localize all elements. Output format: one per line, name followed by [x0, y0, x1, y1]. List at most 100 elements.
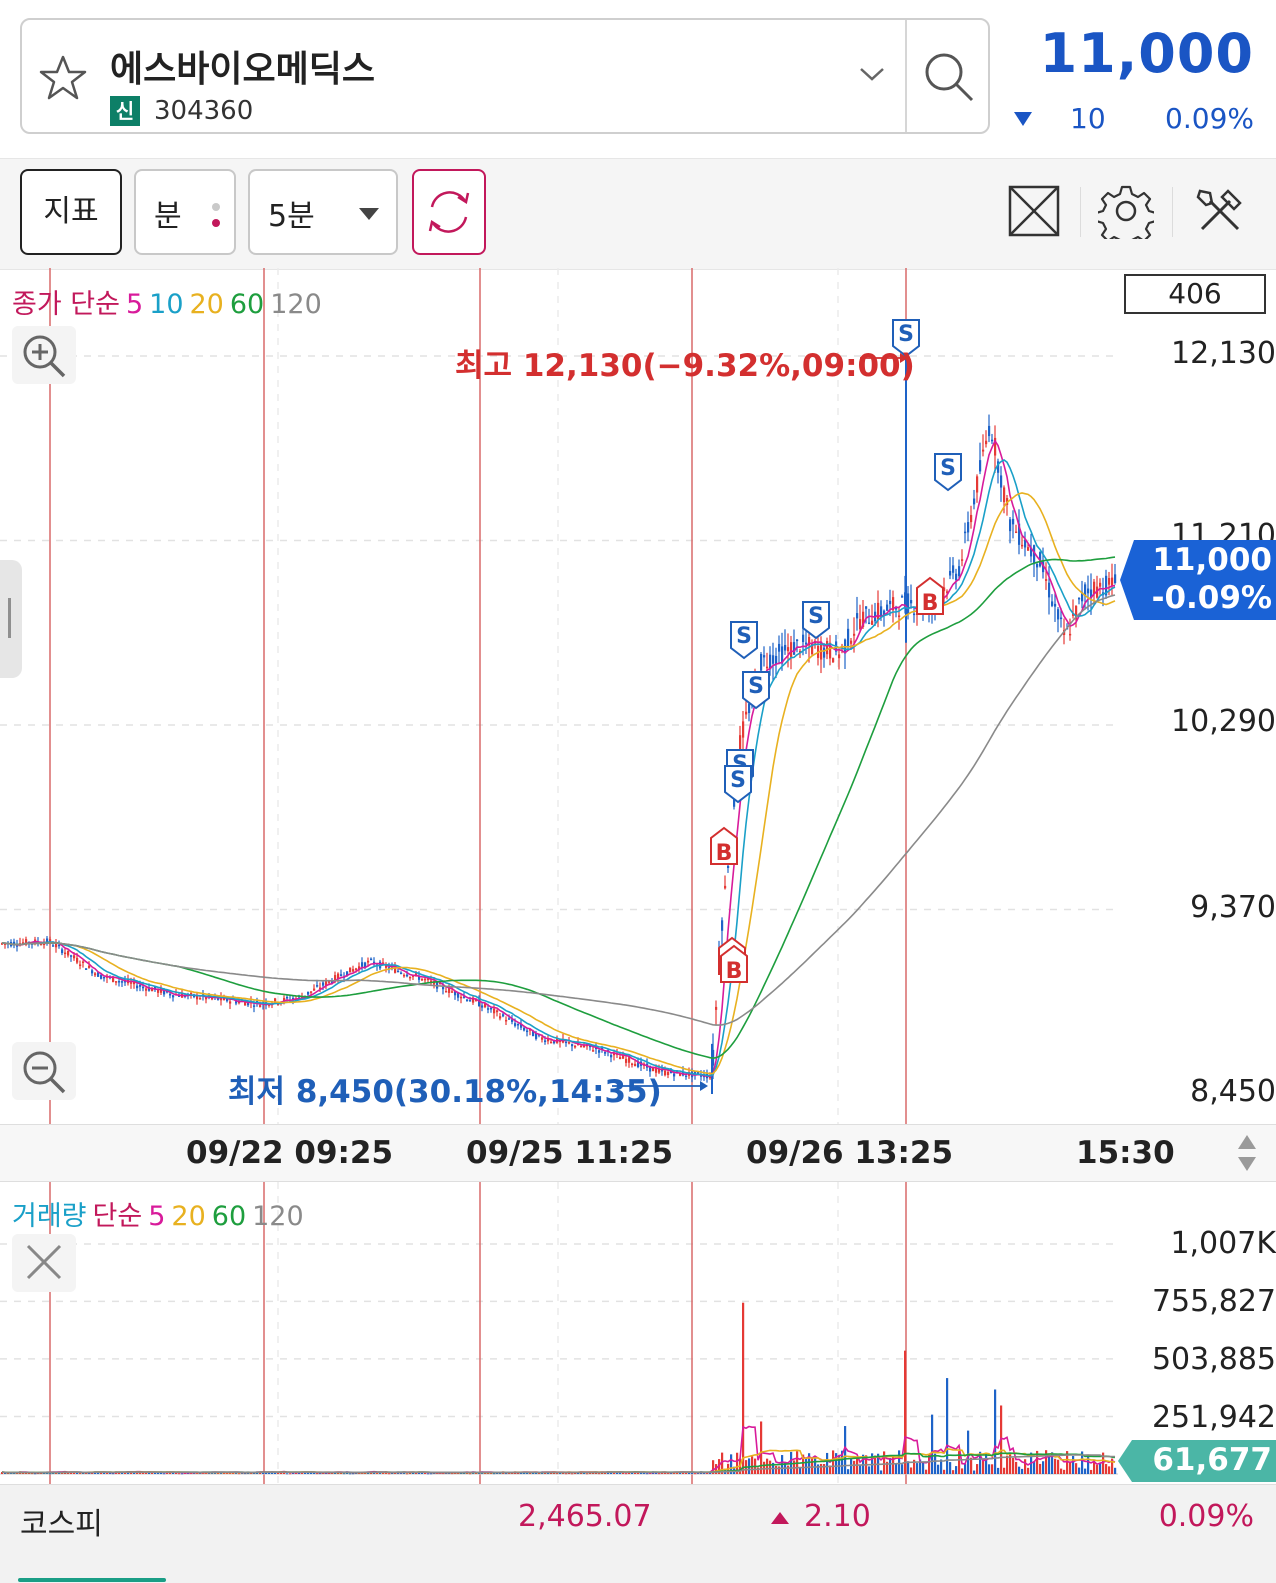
candle-body	[172, 995, 175, 998]
candle-body	[865, 606, 868, 609]
volume-bar	[943, 1469, 946, 1474]
candle-body	[517, 1023, 520, 1026]
chevron-down-icon[interactable]	[858, 64, 886, 84]
candle-body	[1051, 601, 1054, 606]
sell-marker[interactable]: S	[802, 601, 830, 640]
buy-marker[interactable]: B	[916, 576, 944, 616]
candle-body	[631, 1063, 634, 1066]
legend-vma5: 5	[148, 1201, 166, 1232]
candle-body	[505, 1019, 508, 1022]
price-chart[interactable]: SSSSSSSBBBB	[0, 268, 1276, 1124]
indicator-button[interactable]: 지표	[20, 169, 122, 255]
minute-button[interactable]: 분	[134, 169, 236, 255]
candle-body	[1009, 519, 1012, 532]
candle-body	[913, 613, 916, 616]
volume-bar	[1072, 1455, 1075, 1474]
candle-body	[745, 711, 748, 715]
side-panel-handle[interactable]	[0, 560, 22, 678]
star-icon[interactable]	[36, 52, 90, 106]
close-icon	[26, 1244, 62, 1280]
volume-bar	[505, 1473, 508, 1475]
sell-marker[interactable]: S	[724, 765, 752, 804]
volume-bar	[895, 1463, 898, 1474]
volume-bar	[778, 1466, 781, 1474]
candle-body	[802, 634, 805, 643]
sell-marker[interactable]: S	[934, 453, 962, 492]
candle-body	[58, 944, 61, 947]
volume-bar	[1063, 1469, 1066, 1474]
candle-body	[910, 600, 913, 604]
volume-bar	[949, 1462, 952, 1474]
price-axis-label: 9,370	[1190, 890, 1276, 925]
volume-bar	[625, 1473, 628, 1475]
candle-body	[748, 703, 751, 714]
volume-axis-label: 1,007K	[1170, 1226, 1276, 1261]
candle-body	[79, 964, 82, 966]
stock-header: 에스바이오메딕스 신 304360 11,000 10 0.09%	[0, 0, 1276, 158]
candle-body	[886, 604, 889, 611]
candle-body	[496, 1010, 499, 1013]
candle-body	[409, 976, 412, 979]
candle-body	[352, 969, 355, 972]
volume-bar	[637, 1472, 640, 1474]
tools-icon[interactable]	[1192, 183, 1248, 239]
candle-body	[274, 998, 277, 1002]
volume-bar	[994, 1389, 997, 1474]
buy-marker[interactable]: B	[710, 826, 738, 866]
candle-body	[796, 639, 799, 642]
volume-bar	[742, 1302, 745, 1474]
volume-bar	[787, 1465, 790, 1474]
candle-body	[139, 984, 142, 987]
high-annotation: 최고 12,130(−9.32%,09:00)	[455, 348, 915, 384]
volume-bar	[769, 1460, 772, 1474]
candle-body	[1078, 597, 1081, 600]
zoom-out-button[interactable]	[12, 1042, 76, 1100]
gear-icon[interactable]	[1098, 183, 1154, 239]
fullscreen-icon[interactable]	[1006, 183, 1062, 239]
candle-body	[508, 1018, 511, 1020]
close-volume-button[interactable]	[12, 1234, 76, 1292]
candle-body	[322, 982, 325, 986]
sell-marker[interactable]: S	[730, 621, 758, 660]
volume-bar	[967, 1430, 970, 1474]
candle-body	[889, 600, 892, 605]
candle-body	[955, 573, 958, 581]
candle-body	[907, 593, 910, 614]
resize-arrows-icon[interactable]	[1236, 1133, 1258, 1173]
volume-bar	[1099, 1463, 1102, 1474]
volume-bar	[415, 1473, 418, 1475]
volume-bar	[961, 1468, 964, 1474]
candle-body	[853, 633, 856, 636]
candle-body	[778, 643, 781, 652]
buy-marker-label: B	[716, 841, 733, 866]
candle-body	[664, 1070, 667, 1076]
candle-body	[970, 514, 973, 523]
candle-body	[1003, 487, 1006, 503]
candle-body	[766, 666, 769, 669]
candle-body	[487, 1008, 490, 1010]
search-icon[interactable]	[922, 50, 976, 104]
volume-bar	[976, 1464, 979, 1474]
refresh-button[interactable]	[412, 169, 486, 255]
volume-bar	[991, 1464, 994, 1474]
current-price-tag-change: -0.09%	[1151, 580, 1272, 616]
candle-body	[169, 993, 172, 996]
volume-bar	[556, 1473, 559, 1475]
volume-bar	[1090, 1469, 1093, 1474]
volume-bar	[406, 1473, 409, 1475]
candle-body	[115, 981, 118, 983]
volume-bar	[820, 1463, 823, 1474]
down-arrow-icon	[1014, 112, 1032, 126]
candle-body	[832, 658, 835, 663]
candle-body	[316, 985, 319, 987]
candle-body	[685, 1075, 688, 1077]
volume-bar	[847, 1469, 850, 1474]
time-axis[interactable]: 09/22 09:25 09/25 11:25 09/26 13:25 15:3…	[0, 1124, 1276, 1182]
stock-selector[interactable]: 에스바이오메딕스 신 304360	[20, 18, 990, 134]
refresh-icon	[428, 191, 470, 233]
zoom-in-button[interactable]	[12, 326, 76, 384]
index-bar[interactable]: 코스피 2,465.07 2.10 0.09%	[0, 1484, 1276, 1583]
candle-body	[721, 920, 724, 931]
candle-body	[628, 1057, 631, 1063]
period-select[interactable]: 5분	[248, 169, 398, 255]
